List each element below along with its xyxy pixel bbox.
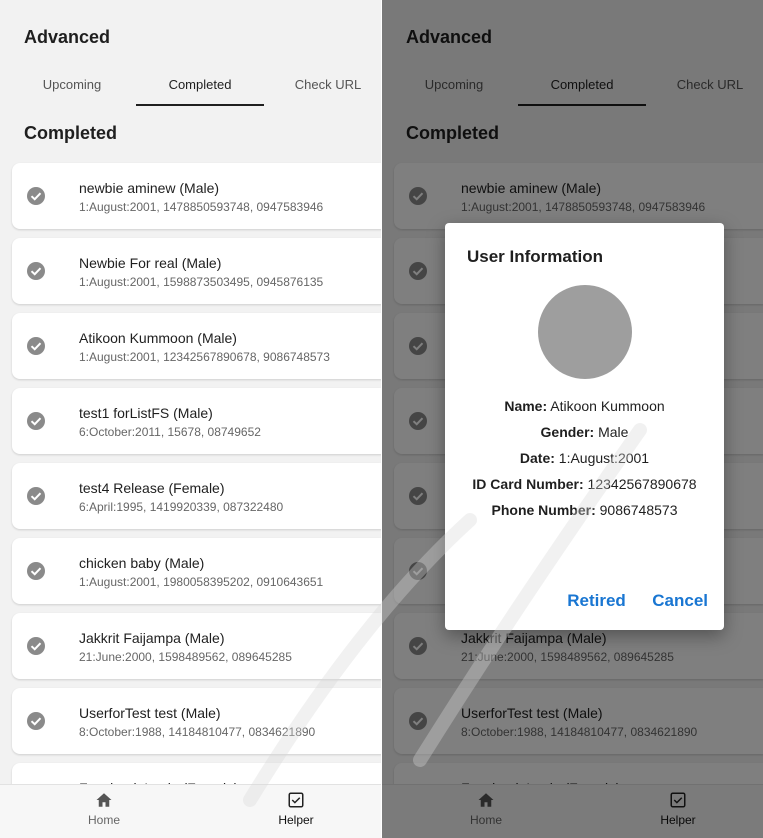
home-icon (96, 793, 112, 807)
user-list-item[interactable]: Jakkrit Faijampa (Male) 21:June:2000, 159… (12, 613, 381, 679)
user-name: Newbie For real (Male) (79, 255, 222, 271)
user-detail: 6:April:1995, 1419920339, 087322480 (79, 500, 284, 514)
dialog-title: User Information (467, 247, 604, 266)
check-circle-icon (27, 562, 45, 580)
user-list-item[interactable]: newbie aminew (Male) 1:August:2001, 14788… (12, 163, 381, 229)
retired-button[interactable]: Retired (567, 591, 626, 611)
section-title: Completed (24, 123, 118, 143)
user-detail: 8:October:1988, 14184810477, 0834621890 (79, 725, 316, 739)
user-list-item[interactable]: test1 forListFS (Male) 6:October:2011, 15… (12, 388, 381, 454)
check-circle-icon (27, 187, 45, 205)
tab-indicator (136, 104, 264, 106)
bottom-nav: Home Helper (0, 784, 381, 838)
tab-bar: Upcoming Completed Check URL (0, 60, 381, 108)
user-detail: 1:August:2001, 1980058395202, 0910643651 (79, 575, 324, 589)
cancel-button[interactable]: Cancel (652, 591, 708, 611)
info-name: Name: Atikoon Kummoon (445, 393, 724, 419)
user-name: Jakkrit Faijampa (Male) (79, 630, 225, 646)
tab-check-url[interactable]: Check URL (268, 77, 381, 92)
avatar (538, 285, 632, 379)
user-list-item[interactable]: UserforTest test (Male) 8:October:1988, 1… (12, 688, 381, 754)
check-circle-icon (27, 487, 45, 505)
info-value: 1:August:2001 (558, 450, 650, 466)
user-list-item[interactable]: test4 Release (Female) 6:April:1995, 1419… (12, 463, 381, 529)
user-name: test1 forListFS (Male) (79, 405, 213, 421)
info-phone: Phone Number: 9086748573 (445, 497, 724, 523)
user-info-dialog: User Information Name: Atikoon Kummoon G… (445, 223, 724, 630)
user-detail: 21:June:2000, 1598489562, 089645285 (79, 650, 292, 664)
check-circle-icon (27, 712, 45, 730)
info-value: Atikoon Kummoon (550, 398, 665, 414)
nav-label-home: Home (87, 813, 120, 827)
info-label: Gender: (540, 424, 595, 440)
user-detail: 1:August:2001, 1598873503495, 0945876135 (79, 275, 324, 289)
check-circle-icon (27, 337, 45, 355)
info-label: Phone Number: (491, 502, 596, 518)
info-value: Male (598, 424, 629, 440)
check-circle-icon (27, 637, 45, 655)
user-list-item[interactable]: Atikoon Kummoon (Male) 1:August:2001, 123… (12, 313, 381, 379)
app-title: Advanced (24, 27, 111, 47)
user-name: chicken baby (Male) (79, 555, 205, 571)
check-circle-icon (27, 412, 45, 430)
screen-user-dialog: Advanced Upcoming Completed Check URL Co… (382, 0, 763, 838)
app-bar: Advanced (0, 0, 381, 60)
info-value: 12342567890678 (587, 476, 697, 492)
nav-item-home[interactable]: Home (44, 791, 164, 827)
user-list-item[interactable]: chicken baby (Male) 1:August:2001, 198005… (12, 538, 381, 604)
dialog-actions: Retired Cancel (545, 591, 708, 611)
tab-upcoming[interactable]: Upcoming (12, 77, 132, 92)
user-name: Atikoon Kummoon (Male) (79, 330, 237, 346)
user-name: test4 Release (Female) (79, 480, 225, 496)
user-detail: 1:August:2001, 1478850593748, 0947583946 (79, 200, 324, 214)
screen-completed-list: Advanced Upcoming Completed Check URL Co… (0, 0, 381, 838)
info-label: ID Card Number: (472, 476, 584, 492)
user-name: UserforTest test (Male) (79, 705, 221, 721)
user-detail: 6:October:2011, 15678, 08749652 (79, 425, 261, 439)
info-label: Date: (519, 450, 555, 466)
info-label: Name: (504, 398, 548, 414)
nav-label-helper: Helper (278, 813, 314, 827)
user-name: newbie aminew (Male) (79, 180, 220, 196)
user-info-details: Name: Atikoon Kummoon Gender: Male Date:… (445, 393, 724, 523)
info-value: 9086748573 (599, 502, 678, 518)
check-circle-icon (27, 262, 45, 280)
info-date: Date: 1:August:2001 (445, 445, 724, 471)
user-detail: 1:August:2001, 12342567890678, 908674857… (79, 350, 330, 364)
tab-completed[interactable]: Completed (140, 77, 260, 92)
checkbox-icon (288, 792, 304, 808)
info-gender: Gender: Male (445, 419, 724, 445)
user-list-item[interactable]: Newbie For real (Male) 1:August:2001, 159… (12, 238, 381, 304)
info-id-card: ID Card Number: 12342567890678 (445, 471, 724, 497)
nav-item-helper[interactable]: Helper (236, 791, 356, 827)
